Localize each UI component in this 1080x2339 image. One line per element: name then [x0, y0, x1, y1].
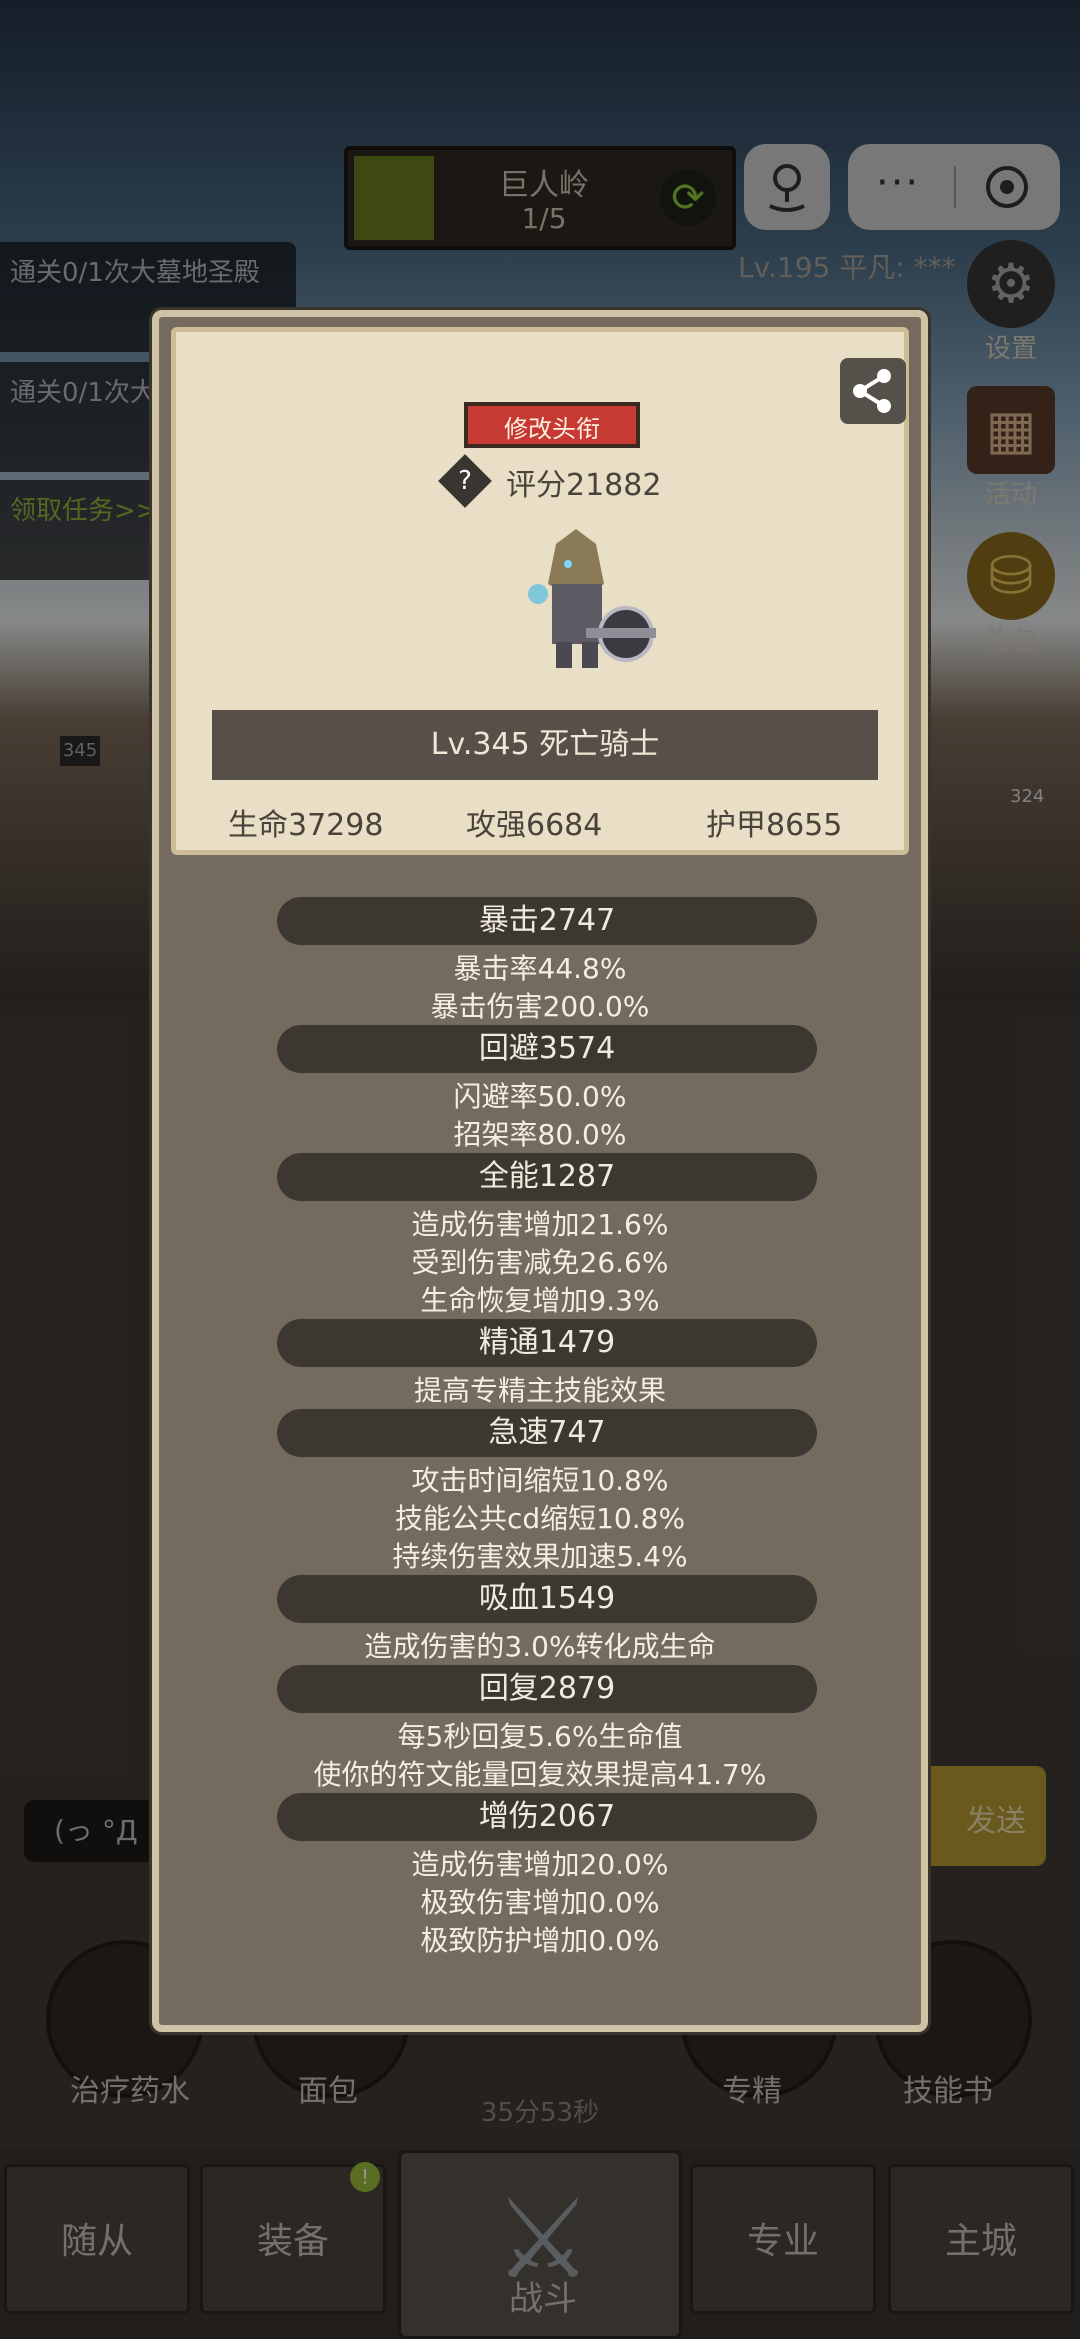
section-title-haste: 急速747: [277, 1409, 817, 1457]
stat-line: 使你的符文能量回复效果提高41.7%: [313, 1758, 767, 1791]
character-stats-dialog: 修改头衔 ? 评分21882 Lv.345 死亡骑士 生命37298 攻强668…: [152, 310, 928, 2032]
stat-line: 受到伤害减免26.6%: [411, 1246, 669, 1279]
section-title-damage-bonus: 增伤2067: [277, 1793, 817, 1841]
section-title-avoidance: 回避3574: [277, 1025, 817, 1073]
share-button[interactable]: [840, 358, 906, 424]
stat-line: 造成伤害增加21.6%: [411, 1208, 669, 1241]
stat-line: 技能公共cd缩短10.8%: [394, 1502, 686, 1535]
stat-attack: 攻强6684: [466, 808, 603, 843]
section-title-regen: 回复2879: [277, 1665, 817, 1713]
stat-line: 闪避率50.0%: [453, 1080, 627, 1113]
character-card: 修改头衔 ? 评分21882 Lv.345 死亡骑士 生命37298 攻强668…: [171, 327, 909, 855]
help-icon: ?: [458, 466, 472, 496]
section-title-lifesteal: 吸血1549: [277, 1575, 817, 1623]
hero-name-bar: Lv.345 死亡骑士: [212, 710, 878, 780]
stat-line: 每5秒回复5.6%生命值: [397, 1720, 683, 1753]
stat-line: 生命恢复增加9.3%: [420, 1284, 660, 1317]
stat-hp: 生命37298: [228, 808, 384, 843]
stat-line: 造成伤害增加20.0%: [411, 1848, 669, 1881]
section-title-mastery: 精通1479: [277, 1319, 817, 1367]
stat-line: 招架率80.0%: [453, 1118, 627, 1151]
score-text: 评分21882: [506, 468, 662, 503]
stat-line: 暴击伤害200.0%: [430, 990, 650, 1023]
stat-line: 攻击时间缩短10.8%: [411, 1464, 669, 1497]
change-title-button[interactable]: 修改头衔: [464, 402, 640, 448]
section-title-crit: 暴击2747: [277, 897, 817, 945]
share-icon: [853, 369, 891, 413]
stat-line: 极致伤害增加0.0%: [420, 1886, 660, 1919]
stat-line: 提高专精主技能效果: [413, 1374, 666, 1407]
hero-avatar: [528, 529, 656, 668]
stat-line: 造成伤害的3.0%转化成生命: [364, 1630, 716, 1663]
stat-line: 持续伤害效果加速5.4%: [392, 1540, 688, 1573]
section-title-versatility: 全能1287: [277, 1153, 817, 1201]
stat-armor: 护甲8655: [706, 808, 843, 843]
stat-line: 暴击率44.8%: [453, 952, 627, 985]
stat-line: 极致防护增加0.0%: [420, 1924, 660, 1957]
